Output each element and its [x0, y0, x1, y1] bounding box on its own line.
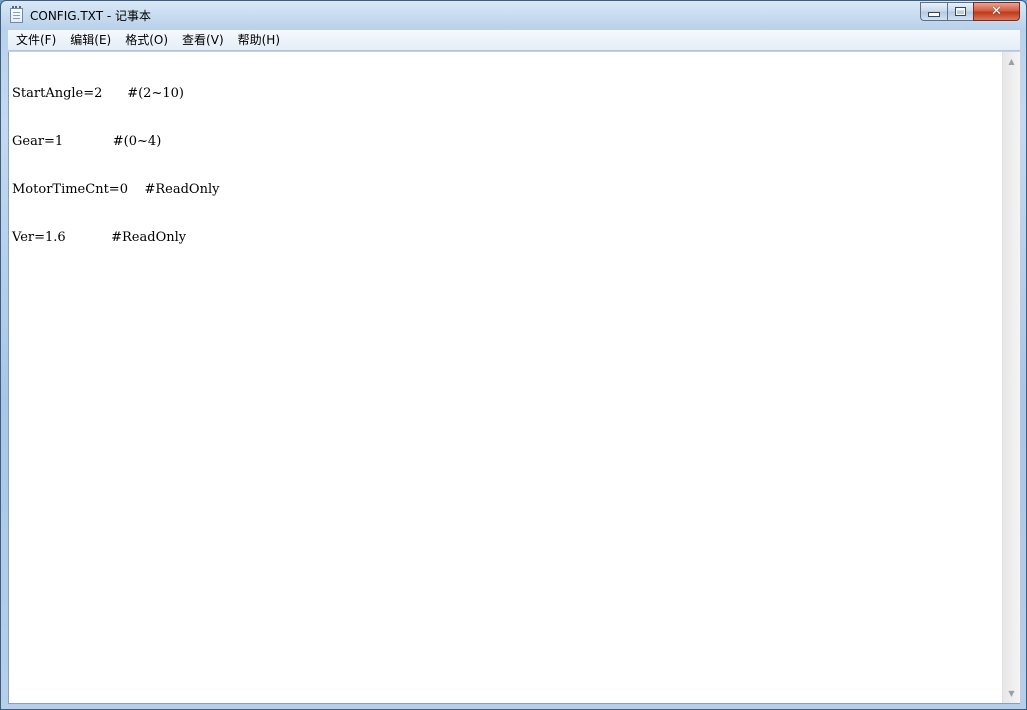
text-editor-area[interactable]: StartAngle=2 #(2~10) Gear=1 #(0~4) Motor…	[8, 52, 1002, 703]
maximize-button[interactable]	[947, 2, 973, 21]
document-line: MotorTimeCnt=0 #ReadOnly	[12, 182, 220, 197]
minimize-icon	[928, 12, 940, 17]
caption-buttons: ✕	[920, 2, 1020, 21]
document-line: Ver=1.6 #ReadOnly	[12, 230, 187, 245]
title-bar[interactable]: CONFIG.TXT - 记事本 ✕	[1, 1, 1026, 29]
menu-view[interactable]: 查看(V)	[175, 30, 231, 50]
document-text[interactable]: StartAngle=2 #(2~10) Gear=1 #(0~4) Motor…	[9, 52, 1002, 278]
menu-help[interactable]: 帮助(H)	[231, 30, 287, 50]
document-line: Gear=1 #(0~4)	[12, 134, 162, 149]
menu-file[interactable]: 文件(F)	[8, 30, 63, 50]
document-line: StartAngle=2 #(2~10)	[12, 86, 184, 101]
window-title: CONFIG.TXT - 记事本	[30, 9, 151, 23]
notepad-window: CONFIG.TXT - 记事本 ✕ 文件(F) 编辑(E) 格式(O) 查看(…	[0, 0, 1027, 710]
bottom-border	[8, 703, 1020, 704]
close-icon: ✕	[991, 4, 1002, 19]
close-button[interactable]: ✕	[973, 2, 1020, 21]
maximize-icon	[955, 7, 966, 16]
scroll-down-icon[interactable]: ▼	[1003, 685, 1020, 702]
menu-edit[interactable]: 编辑(E)	[63, 30, 118, 50]
menu-format[interactable]: 格式(O)	[118, 30, 175, 50]
vertical-scrollbar[interactable]: ▲ ▼	[1002, 52, 1020, 703]
menu-bar: 文件(F) 编辑(E) 格式(O) 查看(V) 帮助(H)	[8, 30, 1020, 51]
minimize-button[interactable]	[920, 2, 947, 21]
scroll-up-icon[interactable]: ▲	[1003, 53, 1020, 70]
notepad-icon[interactable]	[10, 6, 23, 23]
